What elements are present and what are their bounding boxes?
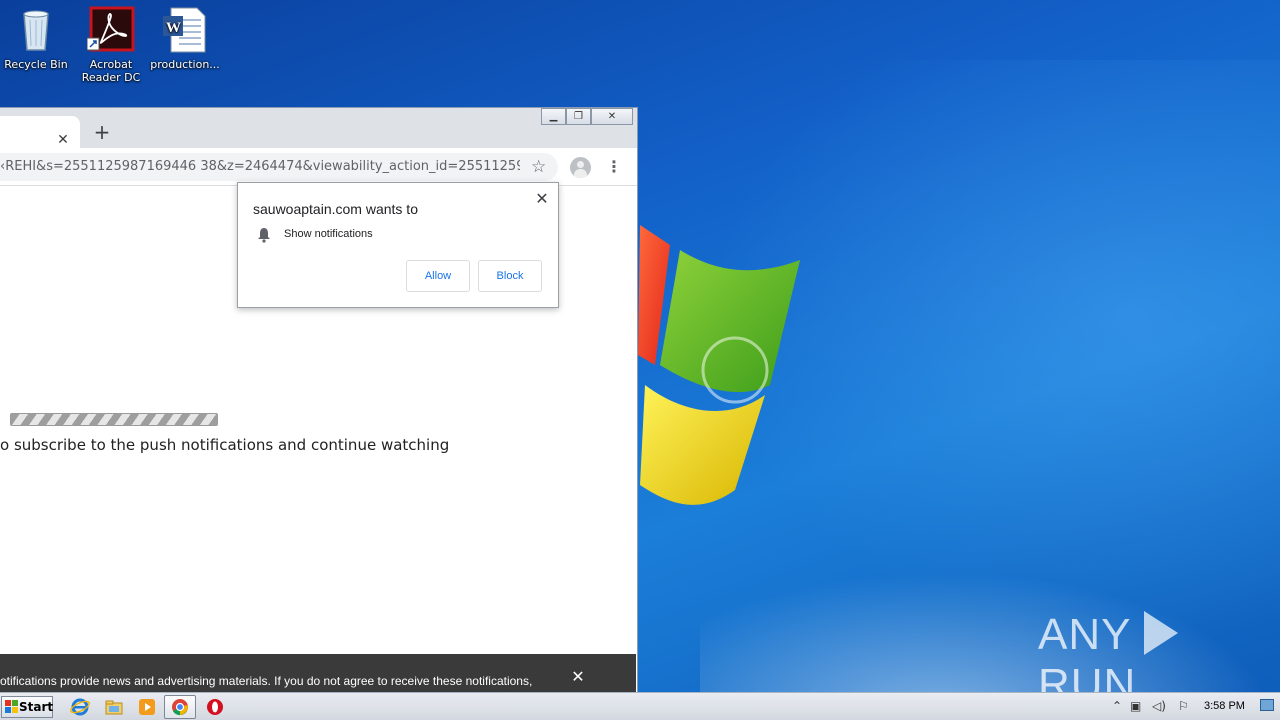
popup-close-icon[interactable]: ✕ <box>534 191 550 207</box>
chrome-taskbar-button[interactable] <box>164 695 196 719</box>
windows-flag-icon <box>5 700 18 713</box>
desktop-icon-label: production... <box>150 58 220 71</box>
desktop-icon-acrobat-reader[interactable]: Acrobat Reader DC <box>75 6 147 84</box>
tab-close-icon[interactable]: ✕ <box>55 132 71 148</box>
menu-kebab-icon[interactable]: ⋮ <box>606 157 622 177</box>
anyrun-watermark: ANY RUN <box>1038 610 1238 709</box>
restore-button[interactable]: ❐ <box>566 108 591 125</box>
permission-label: Show notifications <box>284 228 373 240</box>
allow-button[interactable]: Allow <box>406 260 470 292</box>
action-center-flag-icon[interactable]: ⚐ <box>1178 699 1189 713</box>
url-text[interactable]: ‹REHI&s=2551125987169446 38&z=2464474&vi… <box>0 159 520 174</box>
word-document-icon: W <box>161 6 209 54</box>
desktop-icon-recycle-bin[interactable]: Recycle Bin <box>0 6 72 71</box>
bell-icon <box>258 228 270 243</box>
play-triangle-icon <box>1143 611 1178 655</box>
browser-toolbar: ‹REHI&s=2551125987169446 38&z=2464474&vi… <box>0 148 637 186</box>
disclaimer-text: otifications provide news and advertisin… <box>0 674 533 688</box>
watermark-left: ANY <box>1038 610 1131 659</box>
recycle-bin-icon <box>12 6 60 54</box>
active-tab[interactable]: ✕ <box>0 116 80 148</box>
address-bar[interactable]: ‹REHI&s=2551125987169446 38&z=2464474&vi… <box>0 153 558 181</box>
taskbar: Start ⌃ ▣ ◁) ⚐ 3:58 PM <box>0 692 1280 720</box>
window-controls: ▁ ❐ ✕ <box>541 108 633 125</box>
loading-progress-bar <box>10 413 218 426</box>
new-tab-button[interactable]: + <box>91 121 113 143</box>
start-button[interactable]: Start <box>1 696 53 718</box>
popup-title: sauwoaptain.com wants to <box>253 201 418 217</box>
minimize-button[interactable]: ▁ <box>541 108 566 125</box>
explorer-icon[interactable] <box>104 697 124 717</box>
opera-icon[interactable] <box>205 697 225 717</box>
show-desktop-icon[interactable] <box>1260 699 1274 711</box>
svg-text:W: W <box>166 20 181 36</box>
media-player-icon[interactable] <box>137 697 157 717</box>
acrobat-reader-icon <box>86 6 135 54</box>
disclaimer-close-icon[interactable]: ✕ <box>570 669 586 685</box>
start-label: Start <box>19 700 54 714</box>
system-tray: ⌃ ▣ ◁) ⚐ <box>1106 693 1280 720</box>
block-button[interactable]: Block <box>478 260 542 292</box>
close-window-button[interactable]: ✕ <box>591 108 633 125</box>
internet-explorer-icon[interactable] <box>70 697 90 717</box>
clock[interactable]: 3:58 PM <box>1204 700 1245 712</box>
desktop-icon-label: Recycle Bin <box>4 58 68 71</box>
desktop-icon-production-doc[interactable]: W production... <box>149 6 221 71</box>
notification-permission-popup: sauwoaptain.com wants to ✕ Show notifica… <box>237 182 559 308</box>
tray-expand-icon[interactable]: ⌃ <box>1112 699 1122 713</box>
profile-avatar-icon[interactable] <box>570 157 591 178</box>
chrome-icon <box>172 699 188 716</box>
subscribe-message: o subscribe to the push notifications an… <box>0 436 450 454</box>
notification-disclaimer-bar: otifications provide news and advertisin… <box>0 654 636 692</box>
bookmark-star-icon[interactable]: ☆ <box>531 157 546 177</box>
network-icon[interactable]: ▣ <box>1130 699 1141 713</box>
tab-strip: ✕ + ▁ ❐ ✕ <box>0 108 637 148</box>
desktop-icon-label: Acrobat Reader DC <box>81 58 141 84</box>
volume-icon[interactable]: ◁) <box>1152 699 1166 713</box>
